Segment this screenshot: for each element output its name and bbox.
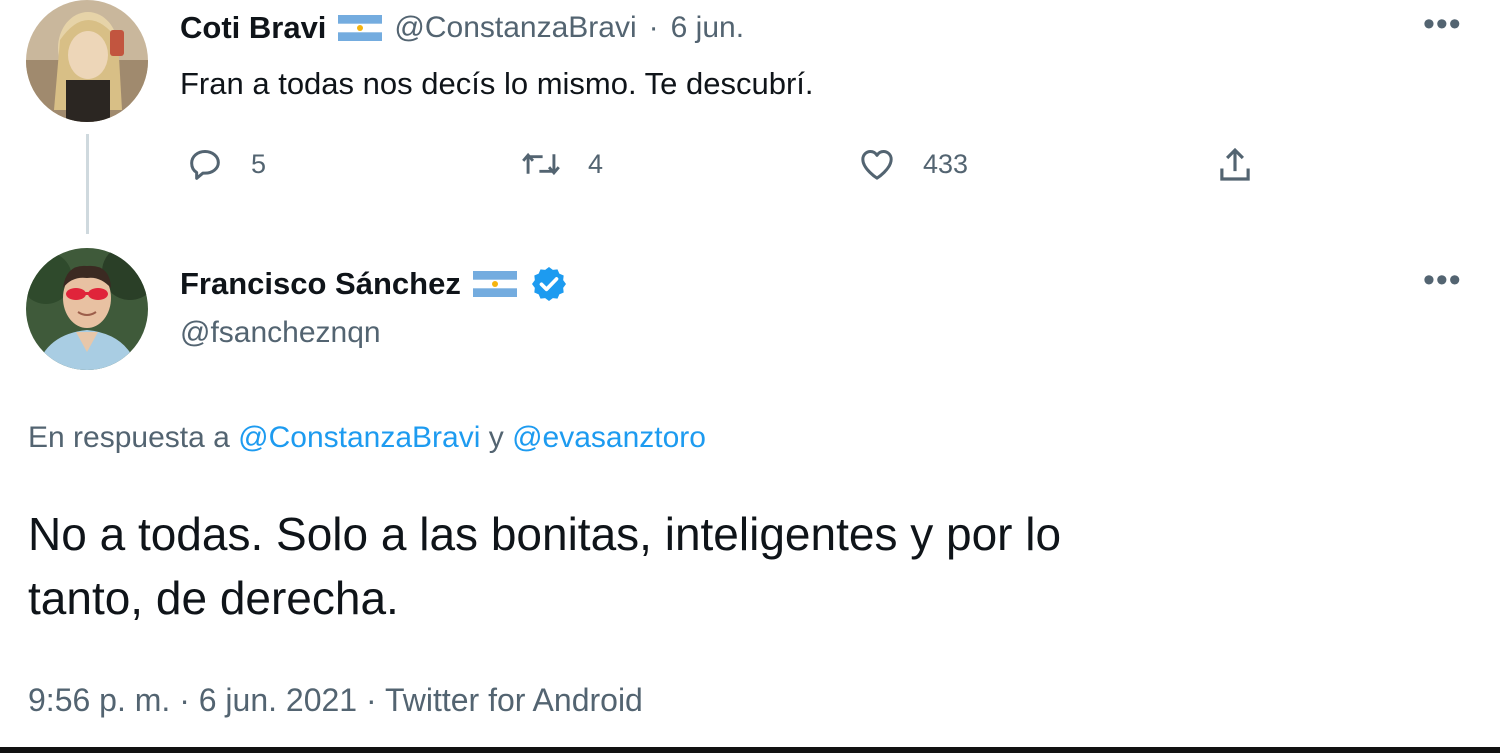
tweet-text: Fran a todas nos decís lo mismo. Te desc…	[180, 66, 814, 101]
mention-link-1[interactable]: @ConstanzaBravi	[238, 421, 480, 454]
more-icon[interactable]: •••	[1423, 263, 1462, 297]
tweet-metadata: 9:56 p. m. · 6 jun. 2021 · Twitter for A…	[28, 682, 643, 719]
retweet-count: 4	[588, 148, 604, 179]
like-button[interactable]: 433	[857, 144, 968, 184]
reply-author-name[interactable]: Francisco Sánchez	[180, 266, 461, 302]
like-count: 433	[923, 148, 969, 179]
retweet-button[interactable]: 4	[520, 144, 603, 184]
thread-connector-line	[86, 134, 89, 234]
meta-separator: ·	[648, 11, 659, 44]
replying-prefix: En respuesta a	[28, 421, 230, 454]
like-icon	[861, 150, 893, 180]
bottom-border	[0, 747, 1500, 753]
tweet-time[interactable]: 9:56 p. m.	[28, 682, 170, 718]
retweet-icon	[522, 152, 560, 176]
argentina-flag-icon	[338, 15, 383, 41]
tweet-source[interactable]: Twitter for Android	[385, 682, 643, 718]
author-name[interactable]: Coti Bravi	[180, 10, 326, 46]
tweet-full-date[interactable]: 6 jun. 2021	[199, 682, 357, 718]
verified-badge-icon	[529, 264, 569, 304]
tweet-date[interactable]: 6 jun.	[671, 11, 744, 45]
reply-tweet-text: No a todas. Solo a las bonitas, intelige…	[28, 502, 1061, 630]
reply-text-line-2: tanto, de derecha.	[28, 572, 399, 624]
share-icon	[1220, 147, 1250, 181]
meta-separator: ·	[179, 682, 190, 718]
reply-text-line-1: No a todas. Solo a las bonitas, intelige…	[28, 508, 1062, 560]
mention-link-2[interactable]: @evasanztoro	[512, 421, 706, 454]
reply-count: 5	[251, 148, 267, 179]
avatar-francisco[interactable]	[26, 248, 148, 370]
share-button[interactable]	[1214, 144, 1256, 191]
avatar-coti[interactable]	[26, 0, 148, 122]
argentina-flag-icon	[472, 271, 517, 297]
more-icon[interactable]: •••	[1423, 7, 1462, 41]
reply-author-handle[interactable]: @fsancheznqn	[180, 316, 381, 350]
reply-icon	[190, 150, 220, 180]
meta-separator: ·	[365, 682, 377, 718]
reply-button[interactable]: 5	[185, 144, 266, 184]
replying-to-line: En respuesta a @ConstanzaBravi y @evasan…	[28, 421, 706, 455]
replying-conjunction: y	[488, 421, 504, 454]
author-handle[interactable]: @ConstanzaBravi	[394, 11, 636, 45]
